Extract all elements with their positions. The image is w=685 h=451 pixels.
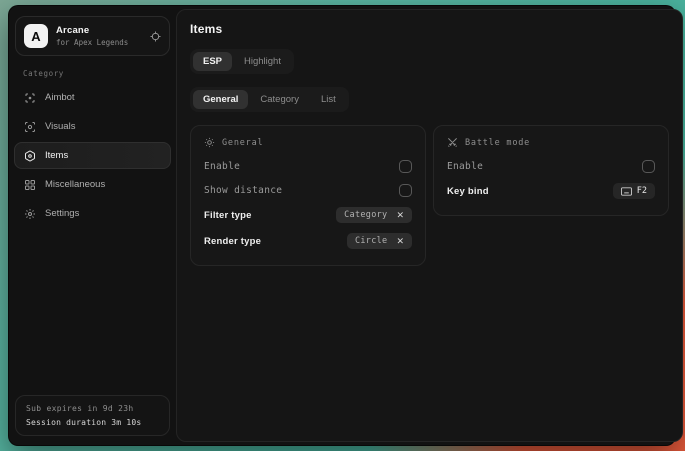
setting-label: Enable [447, 161, 483, 172]
tab-general[interactable]: General [193, 90, 248, 109]
render-type-value: Circle [355, 236, 388, 246]
tab-highlight[interactable]: Highlight [234, 52, 291, 71]
main-content: Items ESP Highlight General Category Lis… [176, 9, 683, 442]
sidebar-item-label: Aimbot [45, 92, 75, 103]
sun-icon [204, 137, 215, 148]
setting-row-render-type: Render type Circle ✕ [204, 228, 412, 254]
tab-list[interactable]: List [311, 90, 346, 109]
sidebar-item-label: Miscellaneous [45, 179, 105, 190]
app-logo-letter: A [31, 29, 40, 44]
app-subtitle: for Apex Legends [56, 38, 142, 47]
sidebar-item-miscellaneous[interactable]: Miscellaneous [14, 171, 171, 198]
app-name: Arcane [56, 25, 142, 36]
gear-icon [24, 208, 36, 220]
sidebar-item-settings[interactable]: Settings [14, 200, 171, 227]
box-icon [24, 150, 36, 162]
grid-icon [24, 179, 36, 191]
tab-esp[interactable]: ESP [193, 52, 232, 71]
view-tabbar: General Category List [190, 87, 349, 112]
battle-panel-title: Battle mode [465, 138, 530, 148]
render-type-select[interactable]: Circle ✕ [347, 233, 412, 249]
sidebar-item-label: Items [45, 150, 68, 161]
keyboard-icon [621, 187, 632, 196]
target-icon[interactable] [150, 31, 161, 42]
key-bind-button[interactable]: F2 [613, 183, 655, 199]
panels-row: General Enable Show distance Filter type… [190, 125, 669, 266]
general-panel: General Enable Show distance Filter type… [190, 125, 426, 266]
enable-checkbox[interactable] [399, 160, 412, 173]
sidebar-item-label: Visuals [45, 121, 75, 132]
setting-label: Render type [204, 236, 261, 247]
category-label: Category [23, 69, 176, 78]
battle-mode-panel: Battle mode Enable Key bind [433, 125, 669, 216]
sidebar-item-aimbot[interactable]: Aimbot [14, 84, 171, 111]
sidebar-nav: Aimbot Visuals Items [9, 84, 176, 227]
sidebar-item-label: Settings [45, 208, 79, 219]
filter-type-value: Category [344, 210, 387, 220]
setting-label: Enable [204, 161, 240, 172]
setting-row-show-distance: Show distance [204, 178, 412, 202]
session-duration-text: Session duration 3m 10s [26, 418, 159, 427]
tab-category[interactable]: Category [250, 90, 309, 109]
app-window: A Arcane for Apex Legends Category A [8, 5, 676, 446]
mode-tabbar: ESP Highlight [190, 49, 294, 74]
key-bind-value: F2 [637, 186, 647, 196]
app-header-card: A Arcane for Apex Legends [15, 16, 170, 56]
eye-icon [24, 121, 36, 133]
setting-label: Key bind [447, 186, 489, 197]
sidebar-item-visuals[interactable]: Visuals [14, 113, 171, 140]
clear-icon[interactable]: ✕ [396, 237, 404, 246]
crosshair-icon [24, 92, 36, 104]
sidebar-item-items[interactable]: Items [14, 142, 171, 169]
setting-row-filter-type: Filter type Category ✕ [204, 202, 412, 228]
page-title: Items [190, 22, 669, 36]
setting-row-key-bind: Key bind F2 [447, 178, 655, 204]
setting-label: Filter type [204, 210, 252, 221]
general-panel-title: General [222, 138, 263, 148]
app-titles: Arcane for Apex Legends [56, 25, 142, 47]
setting-label: Show distance [204, 185, 282, 196]
app-logo: A [24, 24, 48, 48]
general-panel-header: General [204, 137, 412, 148]
sidebar: A Arcane for Apex Legends Category A [9, 6, 176, 445]
setting-row-enable: Enable [204, 154, 412, 178]
sub-expires-text: Sub expires in 9d 23h [26, 404, 159, 413]
swords-icon [447, 137, 458, 148]
subscription-card: Sub expires in 9d 23h Session duration 3… [15, 395, 170, 436]
sidebar-spacer [9, 227, 176, 395]
filter-type-select[interactable]: Category ✕ [336, 207, 412, 223]
show-distance-checkbox[interactable] [399, 184, 412, 197]
setting-row-battle-enable: Enable [447, 154, 655, 178]
clear-icon[interactable]: ✕ [396, 211, 404, 220]
battle-enable-checkbox[interactable] [642, 160, 655, 173]
battle-panel-header: Battle mode [447, 137, 655, 148]
